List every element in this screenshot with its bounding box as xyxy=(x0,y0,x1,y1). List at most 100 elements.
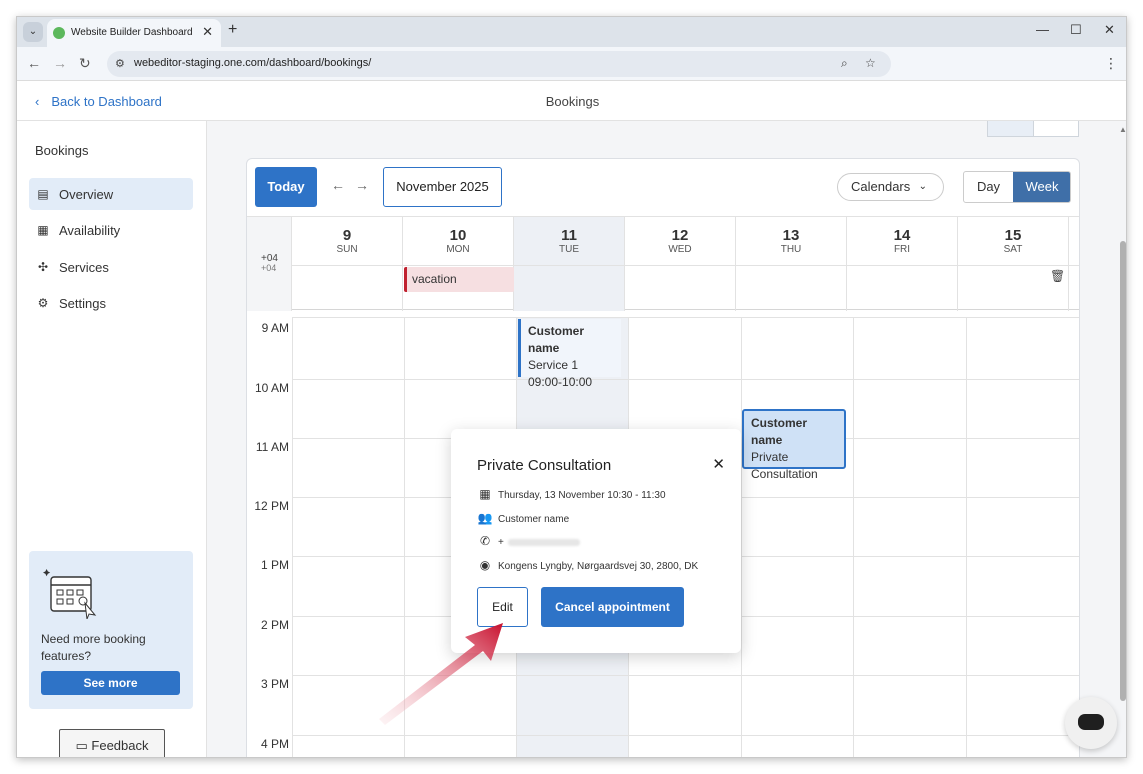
day-header[interactable]: 13 THU xyxy=(736,217,847,311)
calendar-clock-icon: ▦ xyxy=(37,223,49,237)
redacted-phone xyxy=(507,538,580,546)
calendars-dropdown[interactable]: Calendars ⌄ xyxy=(837,173,944,201)
browser-tab[interactable]: Website Builder Dashboard ✕ xyxy=(47,19,221,47)
site-info-icon[interactable]: ⚙ xyxy=(115,57,125,70)
scroll-up-icon[interactable]: ▲ xyxy=(1119,125,1126,134)
week-view-button[interactable]: Week xyxy=(1013,172,1070,202)
view-toggle: Day Week xyxy=(963,171,1071,203)
customer-name: Customer name xyxy=(498,514,570,525)
day-header[interactable]: 14 FRI xyxy=(847,217,958,311)
next-arrow-icon[interactable]: → xyxy=(355,177,369,193)
close-icon[interactable]: ✕ xyxy=(1104,22,1115,38)
hour-label: 11 AM xyxy=(255,440,289,454)
event-customer: Customer name xyxy=(528,324,585,355)
day-header[interactable]: 15 SAT xyxy=(958,217,1069,311)
users-icon: 👥 xyxy=(477,511,493,525)
day-header[interactable]: 9 SUN xyxy=(292,217,403,311)
popover-title: Private Consultation xyxy=(477,457,612,474)
trash-icon[interactable]: 🗑 xyxy=(1050,269,1065,283)
close-icon[interactable]: ✕ xyxy=(712,455,725,473)
view-switcher-fragment[interactable] xyxy=(987,121,1079,137)
star-icon[interactable]: ☆ xyxy=(865,56,876,70)
maximize-icon[interactable]: ☐ xyxy=(1070,22,1082,38)
hour-label: 12 PM xyxy=(254,499,289,513)
calendars-label: Calendars xyxy=(851,179,911,194)
back-arrow-icon[interactable]: ← xyxy=(27,55,41,71)
timezone-sublabel: +04 xyxy=(261,263,277,273)
chat-bubble-icon xyxy=(1078,714,1104,730)
annotation-arrow-icon xyxy=(379,623,503,725)
column-divider xyxy=(966,317,967,757)
gear-icon: ⚙ xyxy=(37,296,49,310)
column-divider xyxy=(853,317,854,757)
app-header: ‹ Back to Dashboard Bookings xyxy=(17,82,1126,121)
week-header: +04 +04 9 SUN 10 MON 11 TUE 12 WED 13 THU 14 F… xyxy=(247,216,1079,311)
minimize-icon[interactable]: — xyxy=(1036,22,1049,37)
favicon-icon xyxy=(53,27,65,39)
hour-line xyxy=(292,379,1079,380)
reload-icon[interactable]: ↻ xyxy=(79,55,91,72)
weekday-label: TUE xyxy=(559,244,579,255)
sidebar-title: Bookings xyxy=(35,143,89,158)
view-switcher-segment[interactable] xyxy=(988,121,1034,136)
calendar-event[interactable]: Customer name Service 1 09:00-10:00 xyxy=(518,319,621,389)
sidebar-item-label: Overview xyxy=(59,187,114,202)
address-row: ◉ Kongens Lyngby, Nørgaardsvej 30, 2800, … xyxy=(477,558,698,572)
hour-label: 1 PM xyxy=(260,558,289,572)
scrollbar-thumb[interactable] xyxy=(1120,241,1126,701)
chevron-down-icon[interactable]: ⌄ xyxy=(23,22,43,42)
upgrade-promo: Need more booking features? See more xyxy=(29,551,193,709)
layout-icon: ▤ xyxy=(37,187,49,201)
feedback-button[interactable]: ▭ Feedback xyxy=(59,729,165,757)
day-number: 14 xyxy=(893,227,911,244)
scrollbar[interactable]: ▲ xyxy=(1119,125,1126,751)
column-divider xyxy=(292,317,293,757)
weekday-label: THU xyxy=(780,244,802,255)
services-icon: ✣ xyxy=(37,260,49,274)
day-header-current[interactable]: 11 TUE xyxy=(514,217,625,311)
hour-line xyxy=(292,317,1079,318)
sidebar-item-label: Settings xyxy=(59,296,106,311)
column-divider xyxy=(741,317,742,757)
close-icon[interactable]: ✕ xyxy=(202,24,213,40)
forward-arrow-icon[interactable]: → xyxy=(53,55,67,71)
hour-label: 10 AM xyxy=(254,381,289,395)
plus-icon[interactable]: + xyxy=(228,21,237,39)
day-header[interactable]: 12 WED xyxy=(625,217,736,311)
event-service: Service 1 xyxy=(528,358,579,372)
event-service-cont: Consultation xyxy=(751,467,818,481)
calendar-icon: ▦ xyxy=(479,487,491,501)
hour-line xyxy=(292,735,1079,736)
sidebar-item-overview[interactable]: ▤ Overview xyxy=(29,178,193,210)
page-title: Bookings xyxy=(545,94,600,109)
day-number: 15 xyxy=(1004,227,1022,244)
event-time: 09:00-10:00 xyxy=(528,375,593,389)
location-pin-icon: ◉ xyxy=(479,558,491,572)
sidebar: Bookings ▤ Overview ▦ Availability ✣ Ser… xyxy=(17,121,207,757)
day-view-button[interactable]: Day xyxy=(964,172,1013,202)
cancel-appointment-button[interactable]: Cancel appointment xyxy=(541,587,684,627)
today-button[interactable]: Today xyxy=(255,167,317,207)
sidebar-item-availability[interactable]: ▦ Availability xyxy=(29,214,193,246)
hour-label: 9 AM xyxy=(261,321,289,335)
address-bar[interactable]: ⚙ webeditor-staging.one.com/dashboard/bo… xyxy=(107,51,891,77)
sidebar-item-settings[interactable]: ⚙ Settings xyxy=(29,287,193,319)
chat-button[interactable] xyxy=(1065,697,1117,749)
appointment-date: Thursday, 13 November 10:30 - 11:30 xyxy=(498,490,666,501)
calendar-event-selected[interactable]: Customer name Private Consultation xyxy=(742,409,846,481)
weekday-label: WED xyxy=(668,244,692,255)
hour-label: 2 PM xyxy=(260,618,289,632)
see-more-button[interactable]: See more xyxy=(41,671,180,695)
appointment-address: Kongens Lyngby, Nørgaardsvej 30, 2800, D… xyxy=(498,561,699,572)
allday-event-vacation[interactable]: vacation xyxy=(404,267,514,292)
menu-icon[interactable]: ⋮ xyxy=(1104,55,1118,72)
sidebar-item-services[interactable]: ✣ Services xyxy=(29,251,193,283)
prev-arrow-icon[interactable]: ← xyxy=(331,177,345,193)
zoom-icon[interactable]: ⌕ xyxy=(841,56,848,71)
day-header[interactable]: 10 MON xyxy=(403,217,514,311)
comment-icon: ▭ xyxy=(75,738,88,753)
phone-icon: ✆ xyxy=(479,534,491,548)
month-picker-button[interactable]: November 2025 xyxy=(383,167,502,207)
day-number: 9 xyxy=(342,227,352,244)
event-customer: Customer name xyxy=(751,416,808,447)
